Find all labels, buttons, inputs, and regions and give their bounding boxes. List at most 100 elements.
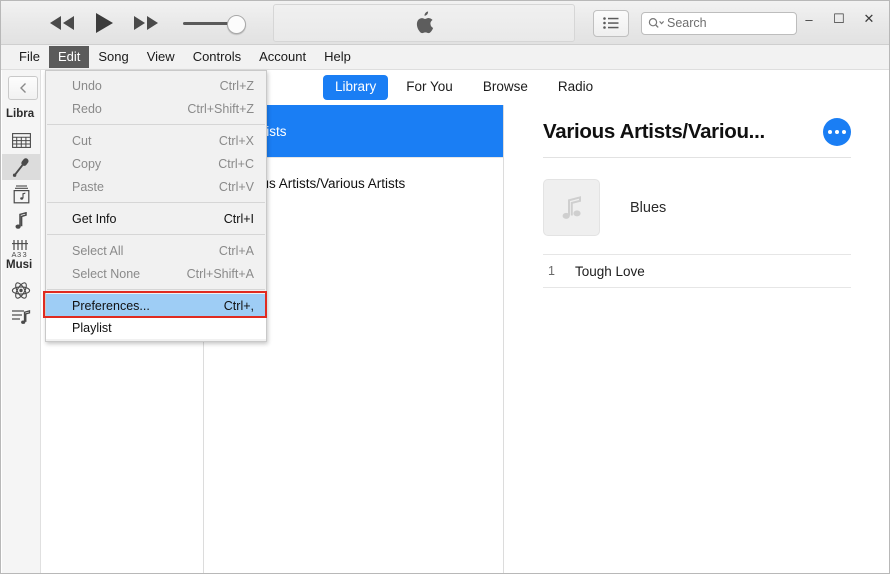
menu-view[interactable]: View: [138, 46, 184, 68]
window-controls: – ☐ ✕: [795, 1, 883, 37]
sidebar-item-songs[interactable]: [2, 208, 40, 234]
detail-panel: Various Artists/Variou... Blues 1 Tough …: [505, 105, 889, 573]
menu-item-undo[interactable]: Undo Ctrl+Z: [46, 74, 266, 97]
sidebar-section-music: Musi: [6, 259, 33, 271]
menu-separator: [47, 234, 265, 235]
menu-song[interactable]: Song: [89, 46, 137, 68]
fast-forward-icon[interactable]: [133, 15, 159, 31]
menu-item-label: Select All: [72, 243, 124, 258]
menu-separator: [47, 202, 265, 203]
volume-knob[interactable]: [227, 15, 246, 34]
music-note-icon: [15, 212, 27, 229]
menu-item-label: Cut: [72, 133, 92, 148]
menu-item-select-none[interactable]: Select None Ctrl+Shift+A: [46, 262, 266, 285]
dot-icon: [828, 130, 832, 134]
rewind-icon[interactable]: [49, 15, 75, 31]
menu-item-select-all[interactable]: Select All Ctrl+A: [46, 239, 266, 262]
magnifier-icon: [648, 17, 664, 28]
menu-item-shortcut: Ctrl+I: [223, 211, 254, 226]
detail-header: Various Artists/Variou...: [543, 118, 851, 146]
menu-separator: [47, 289, 265, 290]
search-input[interactable]: Search: [641, 11, 797, 35]
now-playing-display: [273, 4, 575, 42]
search-placeholder: Search: [667, 15, 707, 30]
genius-atom-icon: [11, 281, 31, 299]
sidebar-section-library: Libra: [6, 108, 35, 120]
music-note-placeholder-icon: [562, 195, 581, 219]
menu-item-redo[interactable]: Redo Ctrl+Shift+Z: [46, 97, 266, 120]
apple-logo: [416, 11, 434, 34]
menu-help[interactable]: Help: [315, 46, 360, 68]
menu-item-shortcut: Ctrl+V: [218, 179, 254, 194]
menu-item-shortcut: Ctrl+C: [218, 156, 254, 171]
svg-text:3: 3: [22, 250, 26, 258]
menu-separator: [47, 124, 265, 125]
menu-item-shortcut: Ctrl+X: [218, 133, 254, 148]
sidebar-item-playlists[interactable]: [2, 304, 40, 330]
maximize-button[interactable]: ☐: [825, 6, 853, 32]
more-options-button[interactable]: [823, 118, 851, 146]
minimize-button[interactable]: –: [795, 6, 823, 32]
microphone-artists-icon: [12, 158, 29, 177]
divider: [543, 157, 851, 158]
title-bar: Search – ☐ ✕: [1, 1, 889, 45]
menu-item-label: Paste: [72, 179, 104, 194]
menu-item-get-info[interactable]: Get Info Ctrl+I: [46, 207, 266, 230]
tab-browse[interactable]: Browse: [471, 75, 540, 100]
sidebar: Libra A 3 3 Musi: [2, 70, 41, 573]
sidebar-item-genius[interactable]: [2, 277, 40, 303]
album-row[interactable]: Blues: [543, 179, 889, 236]
close-button[interactable]: ✕: [855, 6, 883, 32]
dot-icon: [842, 130, 846, 134]
album-icon: [13, 184, 29, 203]
playlist-icon: [12, 309, 31, 324]
menu-item-shortcut: Ctrl+A: [218, 243, 254, 258]
menu-item-shortcut: Ctrl+,: [223, 298, 254, 313]
toolbar-right: Search: [593, 1, 797, 45]
svg-text:A: A: [11, 250, 16, 258]
menu-account[interactable]: Account: [250, 46, 315, 68]
menu-item-label: Get Info: [72, 211, 117, 226]
preferences-wrapper: Preferences... Ctrl+,: [43, 291, 267, 318]
menu-item-shortcut: Ctrl+Shift+Z: [187, 101, 254, 116]
tab-library[interactable]: Library: [323, 75, 389, 100]
genres-icon: A 3 3: [11, 239, 28, 258]
track-number: 1: [548, 264, 555, 278]
album-title: Blues: [630, 199, 667, 216]
menu-item-label: Copy: [72, 156, 102, 171]
track-title: Tough Love: [575, 263, 645, 279]
menu-item-label: Undo: [72, 78, 102, 93]
tab-for-you[interactable]: For You: [394, 75, 465, 100]
menu-bar: File Edit Song View Controls Account Hel…: [1, 45, 889, 70]
play-icon[interactable]: [93, 12, 115, 34]
menu-controls[interactable]: Controls: [184, 46, 250, 68]
menu-item-label: Preferences...: [72, 298, 150, 313]
itunes-window: Search – ☐ ✕ File Edit Song View Control…: [0, 0, 890, 574]
album-artwork-placeholder: [543, 179, 600, 236]
sidebar-item-grid[interactable]: [2, 127, 40, 153]
list-view-icon[interactable]: [593, 9, 629, 37]
menu-edit[interactable]: Edit: [48, 46, 90, 68]
menu-item-label: Redo: [72, 101, 102, 116]
track-list: 1 Tough Love: [543, 254, 851, 288]
menu-item-cut[interactable]: Cut Ctrl+X: [46, 129, 266, 152]
svg-text:3: 3: [17, 250, 21, 258]
table-row[interactable]: 1 Tough Love: [543, 255, 851, 288]
tab-radio[interactable]: Radio: [546, 75, 605, 100]
sidebar-item-artists[interactable]: [2, 154, 40, 180]
menu-item-preferences[interactable]: Preferences... Ctrl+,: [46, 294, 266, 317]
chevron-left-icon: [19, 83, 26, 93]
menu-file[interactable]: File: [10, 46, 49, 68]
menu-item-paste[interactable]: Paste Ctrl+V: [46, 175, 266, 198]
sidebar-item-genres[interactable]: A 3 3: [2, 235, 40, 261]
dot-icon: [835, 130, 839, 134]
back-button[interactable]: [8, 76, 38, 100]
playlist-label: Playlist: [46, 317, 266, 339]
menu-item-label: Select None: [72, 266, 141, 281]
volume-slider[interactable]: [183, 13, 251, 34]
sidebar-item-albums[interactable]: [2, 181, 40, 207]
page-title: Various Artists/Variou...: [543, 120, 765, 143]
menu-item-copy[interactable]: Copy Ctrl+C: [46, 152, 266, 175]
menu-item-shortcut: Ctrl+Z: [219, 78, 254, 93]
edit-menu-dropdown: Undo Ctrl+Z Redo Ctrl+Shift+Z Cut Ctrl+X…: [43, 70, 267, 342]
